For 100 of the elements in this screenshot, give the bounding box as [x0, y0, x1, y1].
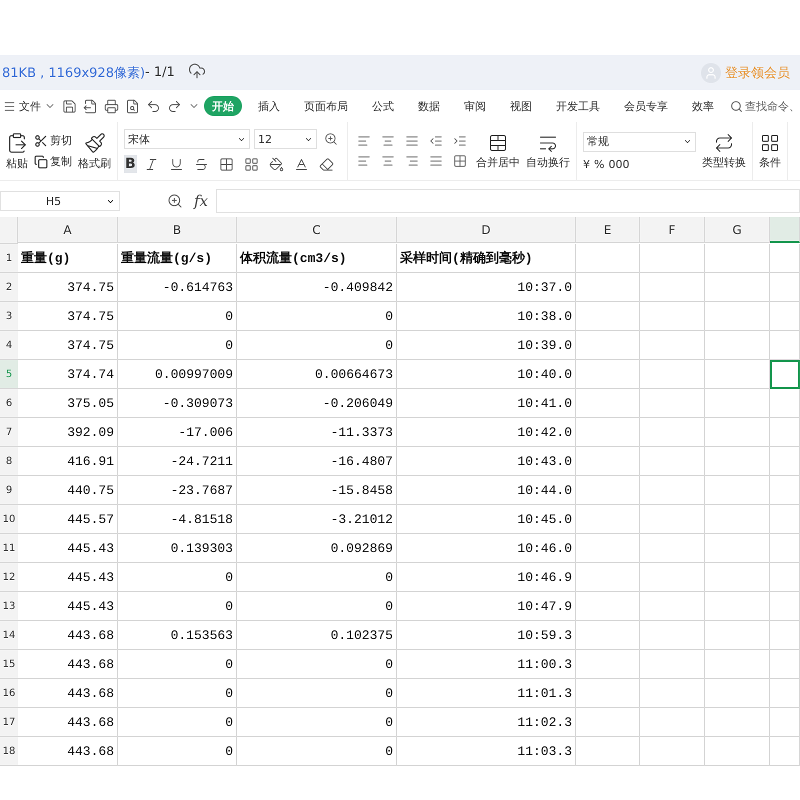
- align-left-icon[interactable]: [357, 154, 371, 168]
- underline-icon[interactable]: [168, 156, 184, 172]
- ribbon-tab[interactable]: 公式: [364, 96, 402, 116]
- ribbon-tab[interactable]: 插入: [250, 96, 288, 116]
- row-header[interactable]: 16: [0, 679, 18, 708]
- search-icon: [730, 100, 743, 112]
- row-header[interactable]: 3: [0, 302, 18, 331]
- table-cell: [576, 331, 640, 360]
- table-cell: [640, 302, 705, 331]
- percent-button[interactable]: %: [594, 158, 604, 170]
- ribbon-tab[interactable]: 开发工具: [548, 96, 608, 116]
- font-name-select[interactable]: 宋体: [124, 129, 250, 149]
- zoom-icon[interactable]: [167, 193, 183, 209]
- paste-button[interactable]: 粘贴: [6, 132, 28, 170]
- thousands-button[interactable]: 000: [608, 158, 630, 170]
- bold-button[interactable]: B: [124, 155, 137, 173]
- indent-icon[interactable]: [453, 134, 467, 148]
- table-cell: 375.05: [18, 389, 118, 418]
- menu-icon[interactable]: [3, 100, 16, 112]
- column-header[interactable]: [770, 217, 800, 243]
- row-header[interactable]: 10: [0, 505, 18, 534]
- cloud-upload-icon[interactable]: [188, 62, 206, 80]
- function-label[interactable]: fx: [194, 192, 208, 210]
- cut-button[interactable]: 剪切: [34, 133, 72, 148]
- table-cell: 0: [237, 331, 397, 360]
- column-header[interactable]: C: [237, 217, 397, 243]
- conditional-format-button[interactable]: 条件: [759, 132, 781, 170]
- table-cell: 10:47.9: [397, 592, 576, 621]
- ribbon-tab[interactable]: 视图: [502, 96, 540, 116]
- table-cell: [705, 244, 770, 273]
- row-header[interactable]: 8: [0, 447, 18, 476]
- row-header[interactable]: 4: [0, 331, 18, 360]
- row-header[interactable]: 17: [0, 708, 18, 737]
- column-header[interactable]: B: [118, 217, 237, 243]
- table-cell: 0: [118, 650, 237, 679]
- column-header[interactable]: E: [576, 217, 640, 243]
- row-header[interactable]: 11: [0, 534, 18, 563]
- table-cell: [640, 534, 705, 563]
- format-painter-button[interactable]: 格式刷: [78, 132, 111, 170]
- row-header[interactable]: 14: [0, 621, 18, 650]
- export-icon[interactable]: [83, 98, 98, 114]
- table-cell: 443.68: [18, 650, 118, 679]
- table-cell: 443.68: [18, 737, 118, 766]
- table-cell: [576, 679, 640, 708]
- font-color-icon[interactable]: [294, 156, 309, 172]
- copy-button[interactable]: 复制: [34, 154, 72, 169]
- scissors-icon: [34, 134, 48, 148]
- ribbon-tab[interactable]: 页面布局: [296, 96, 356, 116]
- formula-input[interactable]: [216, 189, 800, 213]
- save-icon[interactable]: [62, 98, 77, 114]
- table-cell: [576, 273, 640, 302]
- number-format-select[interactable]: 常规: [583, 132, 696, 152]
- print-icon[interactable]: [104, 98, 119, 114]
- table-cell: [770, 563, 800, 592]
- row-header[interactable]: 9: [0, 476, 18, 505]
- column-header[interactable]: G: [705, 217, 770, 243]
- table-cell: [705, 447, 770, 476]
- currency-button[interactable]: ¥: [583, 158, 590, 170]
- print-preview-icon[interactable]: [125, 98, 140, 114]
- row-header[interactable]: 18: [0, 737, 18, 766]
- table-cell: 重量(g): [18, 244, 118, 273]
- ribbon-tab[interactable]: 效率: [684, 96, 722, 116]
- row-header[interactable]: 15: [0, 650, 18, 679]
- redo-icon[interactable]: [167, 98, 182, 114]
- ribbon-tab[interactable]: 数据: [410, 96, 448, 116]
- table-cell: [770, 534, 800, 563]
- column-header[interactable]: D: [397, 217, 576, 243]
- italic-icon[interactable]: [144, 156, 159, 172]
- wrap-text-button[interactable]: 自动换行: [526, 132, 570, 170]
- row-header[interactable]: 12: [0, 563, 18, 592]
- font-size-select[interactable]: 12: [254, 129, 317, 149]
- row-header[interactable]: 7: [0, 418, 18, 447]
- table-cell: [705, 534, 770, 563]
- row-header[interactable]: 2: [0, 273, 18, 302]
- column-header[interactable]: F: [640, 217, 705, 243]
- ribbon-tab[interactable]: 审阅: [456, 96, 494, 116]
- row-header[interactable]: 6: [0, 389, 18, 418]
- row-header[interactable]: 13: [0, 592, 18, 621]
- table-cell: [640, 244, 705, 273]
- clear-icon[interactable]: [318, 156, 334, 172]
- table-cell: [705, 708, 770, 737]
- merge-center-button[interactable]: 合并居中: [476, 132, 520, 170]
- outdent-icon[interactable]: [429, 134, 443, 148]
- fill-color-icon[interactable]: [268, 156, 284, 172]
- type-convert-button[interactable]: 类型转换: [702, 132, 746, 170]
- justify-icon[interactable]: [429, 154, 443, 168]
- ribbon-tab[interactable]: 会员专享: [616, 96, 676, 116]
- column-header[interactable]: A: [18, 217, 118, 243]
- row-header[interactable]: 1: [0, 244, 18, 273]
- table-cell: [770, 302, 800, 331]
- borders-icon[interactable]: [218, 156, 234, 172]
- table-cell: 10:37.0: [397, 273, 576, 302]
- align-right-icon[interactable]: [405, 154, 419, 168]
- strikethrough-icon[interactable]: [194, 156, 209, 172]
- align-center-icon[interactable]: [381, 154, 395, 168]
- undo-icon[interactable]: [146, 98, 161, 114]
- table-cell: 10:44.0: [397, 476, 576, 505]
- name-box[interactable]: H5: [0, 191, 120, 211]
- command-search[interactable]: 查找命令、: [730, 98, 800, 114]
- file-menu[interactable]: 文件: [19, 98, 41, 114]
